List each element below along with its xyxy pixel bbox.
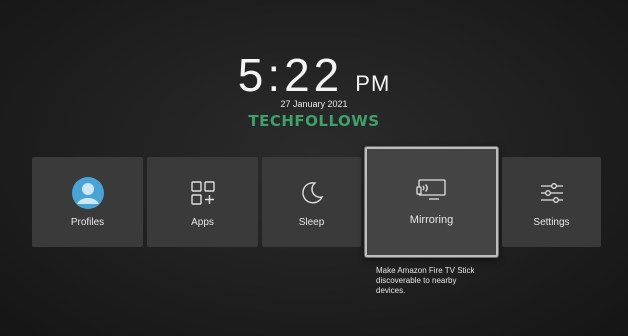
clock-ampm: PM [355,71,391,96]
tile-label: Settings [533,216,570,228]
clock-date: 27 January 2021 [280,99,348,109]
profile-avatar-icon [71,176,104,209]
tile-apps[interactable]: Apps [147,157,258,247]
screen-mirroring-icon [415,178,449,202]
tooltip-description: Make Amazon Fire TV Stick discoverable t… [376,266,475,295]
tile-mirroring[interactable]: Mirroring [365,147,498,257]
tile-profiles[interactable]: Profiles [32,157,143,247]
tile-label: Profiles [70,216,105,228]
tile-label: Apps [191,216,214,228]
apps-grid-icon [187,177,219,209]
clock: 5:22 PM [0,48,628,102]
moon-icon [296,177,328,209]
watermark: TECHFOLLOWS [248,112,380,130]
sliders-icon [536,177,568,209]
tile-settings[interactable]: Settings [502,157,601,247]
tile-sleep[interactable]: Sleep [262,157,361,247]
clock-time: 5:22 [237,49,344,101]
tile-label: Mirroring [409,214,454,226]
tile-label: Sleep [298,216,325,228]
